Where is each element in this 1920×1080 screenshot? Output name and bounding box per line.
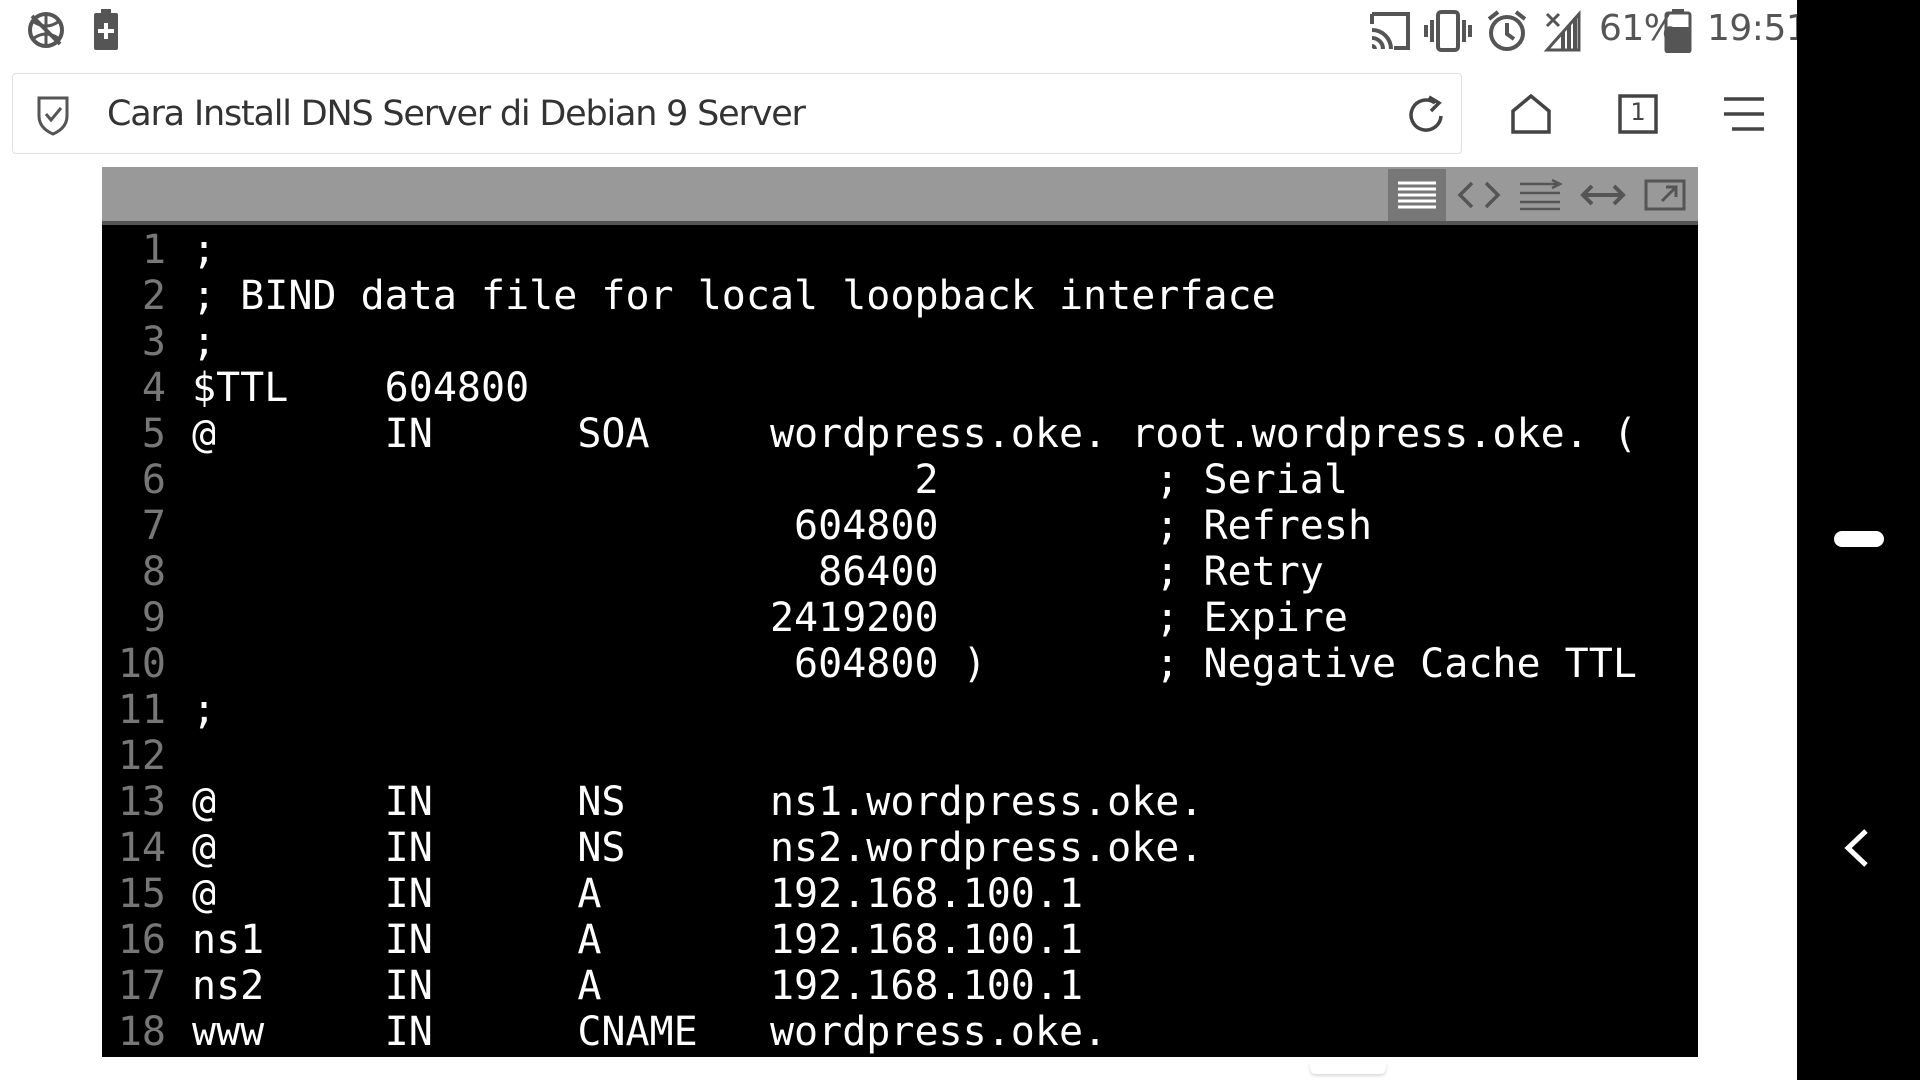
code-text: 604800 ) ; Negative Cache TTL [192,641,1637,687]
open-new-window-icon[interactable] [1636,169,1694,221]
no-network-icon [26,10,66,54]
code-toolbar [102,167,1698,225]
back-icon[interactable] [1836,825,1878,871]
code-text: @ IN SOA wordpress.oke. root.wordpress.o… [192,411,1637,457]
tab-count: 1 [1630,98,1646,126]
code-text: @ IN NS ns1.wordpress.oke. [192,779,1204,825]
alarm-icon [1486,9,1528,57]
tabs-icon[interactable]: 1 [1617,93,1659,138]
line-number: 12 [117,733,166,779]
code-text: ; [192,687,217,733]
code-text: www IN CNAME wordpress.oke. [192,1009,1108,1055]
home-icon[interactable] [1510,93,1552,138]
code-text: 604800 ; Refresh [192,503,1373,549]
line-number: 15 [117,871,166,917]
line-number: 2 [141,273,166,319]
line-number: 9 [141,595,166,641]
address-bar[interactable]: Cara Install DNS Server di Debian 9 Serv… [12,73,1462,154]
code-text: @ IN A 192.168.100.1 [192,871,1084,917]
code-block: 1; 2 ; BIND data file for local loopback … [102,167,1698,1057]
code-text: 2 ; Serial [192,457,1348,503]
code-text: $TTL 604800 [192,365,530,411]
line-number: 3 [141,319,166,365]
line-number: 1 [141,227,166,273]
line-number: 13 [117,779,166,825]
scroll-handle[interactable] [1310,1062,1386,1074]
wrap-lines-icon[interactable] [1512,169,1570,221]
line-number: 17 [117,963,166,1009]
line-number: 4 [141,365,166,411]
battery-icon [1664,9,1692,57]
view-source-icon[interactable] [1388,169,1446,221]
line-number: 8 [141,549,166,595]
line-number: 11 [117,687,166,733]
battery-saver-icon [92,9,120,55]
line-number: 14 [117,825,166,871]
code-text: ; [192,227,217,273]
line-number: 5 [141,411,166,457]
menu-icon[interactable] [1722,95,1766,136]
line-number: 16 [117,917,166,963]
line-number: 6 [141,457,166,503]
line-number: 18 [117,1009,166,1055]
status-bar: 61% 19:51 [0,0,1809,64]
expand-icon[interactable] [1574,169,1632,221]
no-signal-icon [1543,10,1583,56]
code-text: ns1 IN A 192.168.100.1 [192,917,1084,963]
code-text: ; BIND data file for local loopback inte… [192,273,1276,319]
page-title[interactable]: Cara Install DNS Server di Debian 9 Serv… [107,94,806,134]
line-number: 10 [117,641,166,687]
code-text: 86400 ; Retry [192,549,1324,595]
cast-icon [1368,10,1412,56]
shield-check-icon[interactable] [35,94,71,139]
code-text: ; [192,319,217,365]
show-code-icon[interactable] [1450,169,1508,221]
code-text: @ IN NS ns2.wordpress.oke. [192,825,1204,871]
reload-icon[interactable] [1405,94,1447,139]
code-text: 2419200 ; Expire [192,595,1348,641]
status-time: 19:51 [1707,8,1809,49]
code-text: ns2 IN A 192.168.100.1 [192,963,1084,1009]
home-pill-button[interactable] [1834,531,1884,547]
line-number: 7 [141,503,166,549]
vibrate-icon [1424,10,1472,56]
